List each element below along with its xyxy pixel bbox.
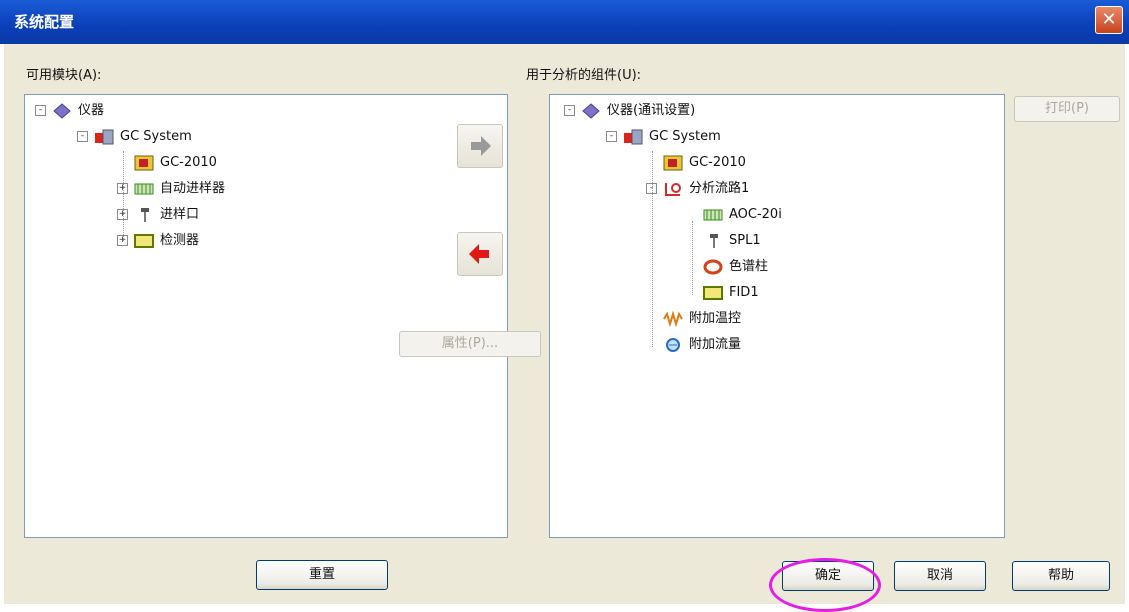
gc-2010-icon [663, 155, 683, 171]
add-component-button[interactable] [457, 124, 503, 168]
analysis-line-icon [663, 181, 683, 197]
analysis-components-label: 用于分析的组件(U): [526, 68, 642, 83]
right-tree-item[interactable]: 色谱柱 [686, 257, 768, 277]
tree-item-label: FID1 [729, 285, 759, 300]
print-button[interactable]: 打印(P) [1014, 96, 1120, 122]
tree-item-label: GC-2010 [689, 155, 746, 170]
detector-icon [703, 285, 723, 301]
cancel-button[interactable]: 取消 [894, 561, 986, 591]
right-tree-item[interactable]: GC-2010 [646, 153, 746, 173]
gc-2010-icon [134, 155, 154, 171]
collapse-icon[interactable]: - [77, 131, 88, 142]
tree-item-label: AOC-20i [729, 207, 782, 222]
properties-label: 属性(P)... [441, 336, 499, 351]
gc-system-icon [623, 129, 643, 145]
tree-item-label: 分析流路1 [689, 181, 750, 196]
left-tree-item[interactable]: + 检测器 [117, 231, 199, 251]
help-label: 帮助 [1047, 568, 1074, 583]
left-tree-item[interactable]: - GC System [77, 127, 192, 147]
tree-connector-line [652, 151, 653, 347]
injector-icon [703, 233, 723, 249]
tree-item-label: GC-2010 [160, 155, 217, 170]
left-tree-item[interactable]: + 自动进样器 [117, 179, 225, 199]
close-button[interactable]: ✕ [1095, 6, 1123, 34]
tree-item-label: 附加温控 [689, 311, 742, 326]
heater-icon [663, 310, 683, 327]
window-title: 系统配置 [14, 13, 75, 31]
tree-item-label: 色谱柱 [729, 259, 769, 274]
tree-item-label: 自动进样器 [160, 181, 226, 196]
instrument-icon [52, 102, 72, 119]
right-tree-item[interactable]: 附加流量 [646, 335, 741, 355]
reset-label: 重置 [308, 567, 335, 582]
tree-item-label: GC System [120, 129, 192, 144]
instrument-icon [581, 102, 601, 119]
tree-item-label: 仪器 [78, 103, 105, 118]
autosampler-icon [703, 207, 723, 223]
tree-item-label: 附加流量 [689, 337, 742, 352]
tree-connector-line [692, 221, 693, 295]
remove-component-button[interactable] [457, 232, 503, 276]
detector-icon [134, 233, 154, 249]
system-config-dialog: 系统配置 ✕ 可用模块(A): - 仪器 - GC System GC-2010 + 自动进… [0, 0, 1129, 612]
tree-item-label: SPL1 [729, 233, 761, 248]
collapse-icon[interactable]: - [35, 105, 46, 116]
cancel-label: 取消 [926, 568, 953, 583]
right-tree-item[interactable]: SPL1 [686, 231, 761, 251]
autosampler-icon [134, 181, 154, 197]
help-button[interactable]: 帮助 [1012, 561, 1110, 591]
close-icon: ✕ [1101, 9, 1117, 30]
title-bar[interactable]: 系统配置 ✕ [0, 0, 1129, 44]
ok-label: 确定 [814, 568, 841, 583]
left-tree-item[interactable]: GC-2010 [117, 153, 217, 173]
analysis-components-tree[interactable]: - 仪器(通讯设置) - GC System GC-2010 - 分析流路1 AOC-20i S… [549, 94, 1005, 538]
left-tree-item[interactable]: + 进样口 [117, 205, 199, 225]
properties-button[interactable]: 属性(P)... [399, 331, 541, 357]
right-tree-item[interactable]: - 分析流路1 [646, 179, 749, 199]
flow-icon [663, 337, 683, 353]
collapse-icon[interactable]: - [564, 105, 575, 116]
tree-item-label: 检测器 [160, 233, 200, 248]
tree-connector-line [123, 151, 124, 241]
left-tree-item[interactable]: - 仪器 [35, 101, 104, 121]
left-arrow-icon [469, 244, 489, 264]
right-tree-item[interactable]: - GC System [606, 127, 721, 147]
collapse-icon[interactable]: - [606, 131, 617, 142]
injector-icon [134, 207, 154, 223]
dialog-body: 可用模块(A): - 仪器 - GC System GC-2010 + 自动进样器 + 进样口 +… [4, 44, 1125, 604]
tree-item-label: 进样口 [160, 207, 200, 222]
print-label: 打印(P) [1045, 101, 1089, 116]
ok-button[interactable]: 确定 [782, 561, 874, 591]
right-arrow-icon [471, 136, 491, 156]
right-tree-item[interactable]: 附加温控 [646, 309, 741, 329]
right-tree-item[interactable]: - 仪器(通讯设置) [564, 101, 695, 121]
tree-item-label: 仪器(通讯设置) [607, 103, 696, 118]
available-modules-label: 可用模块(A): [26, 68, 102, 83]
right-tree-item[interactable]: AOC-20i [686, 205, 782, 225]
tree-item-label: GC System [649, 129, 721, 144]
column-icon [703, 259, 723, 275]
right-tree-item[interactable]: FID1 [686, 283, 759, 303]
gc-system-icon [94, 129, 114, 145]
reset-button[interactable]: 重置 [256, 560, 388, 590]
available-modules-tree[interactable]: - 仪器 - GC System GC-2010 + 自动进样器 + 进样口 + 检测器 [24, 94, 508, 538]
